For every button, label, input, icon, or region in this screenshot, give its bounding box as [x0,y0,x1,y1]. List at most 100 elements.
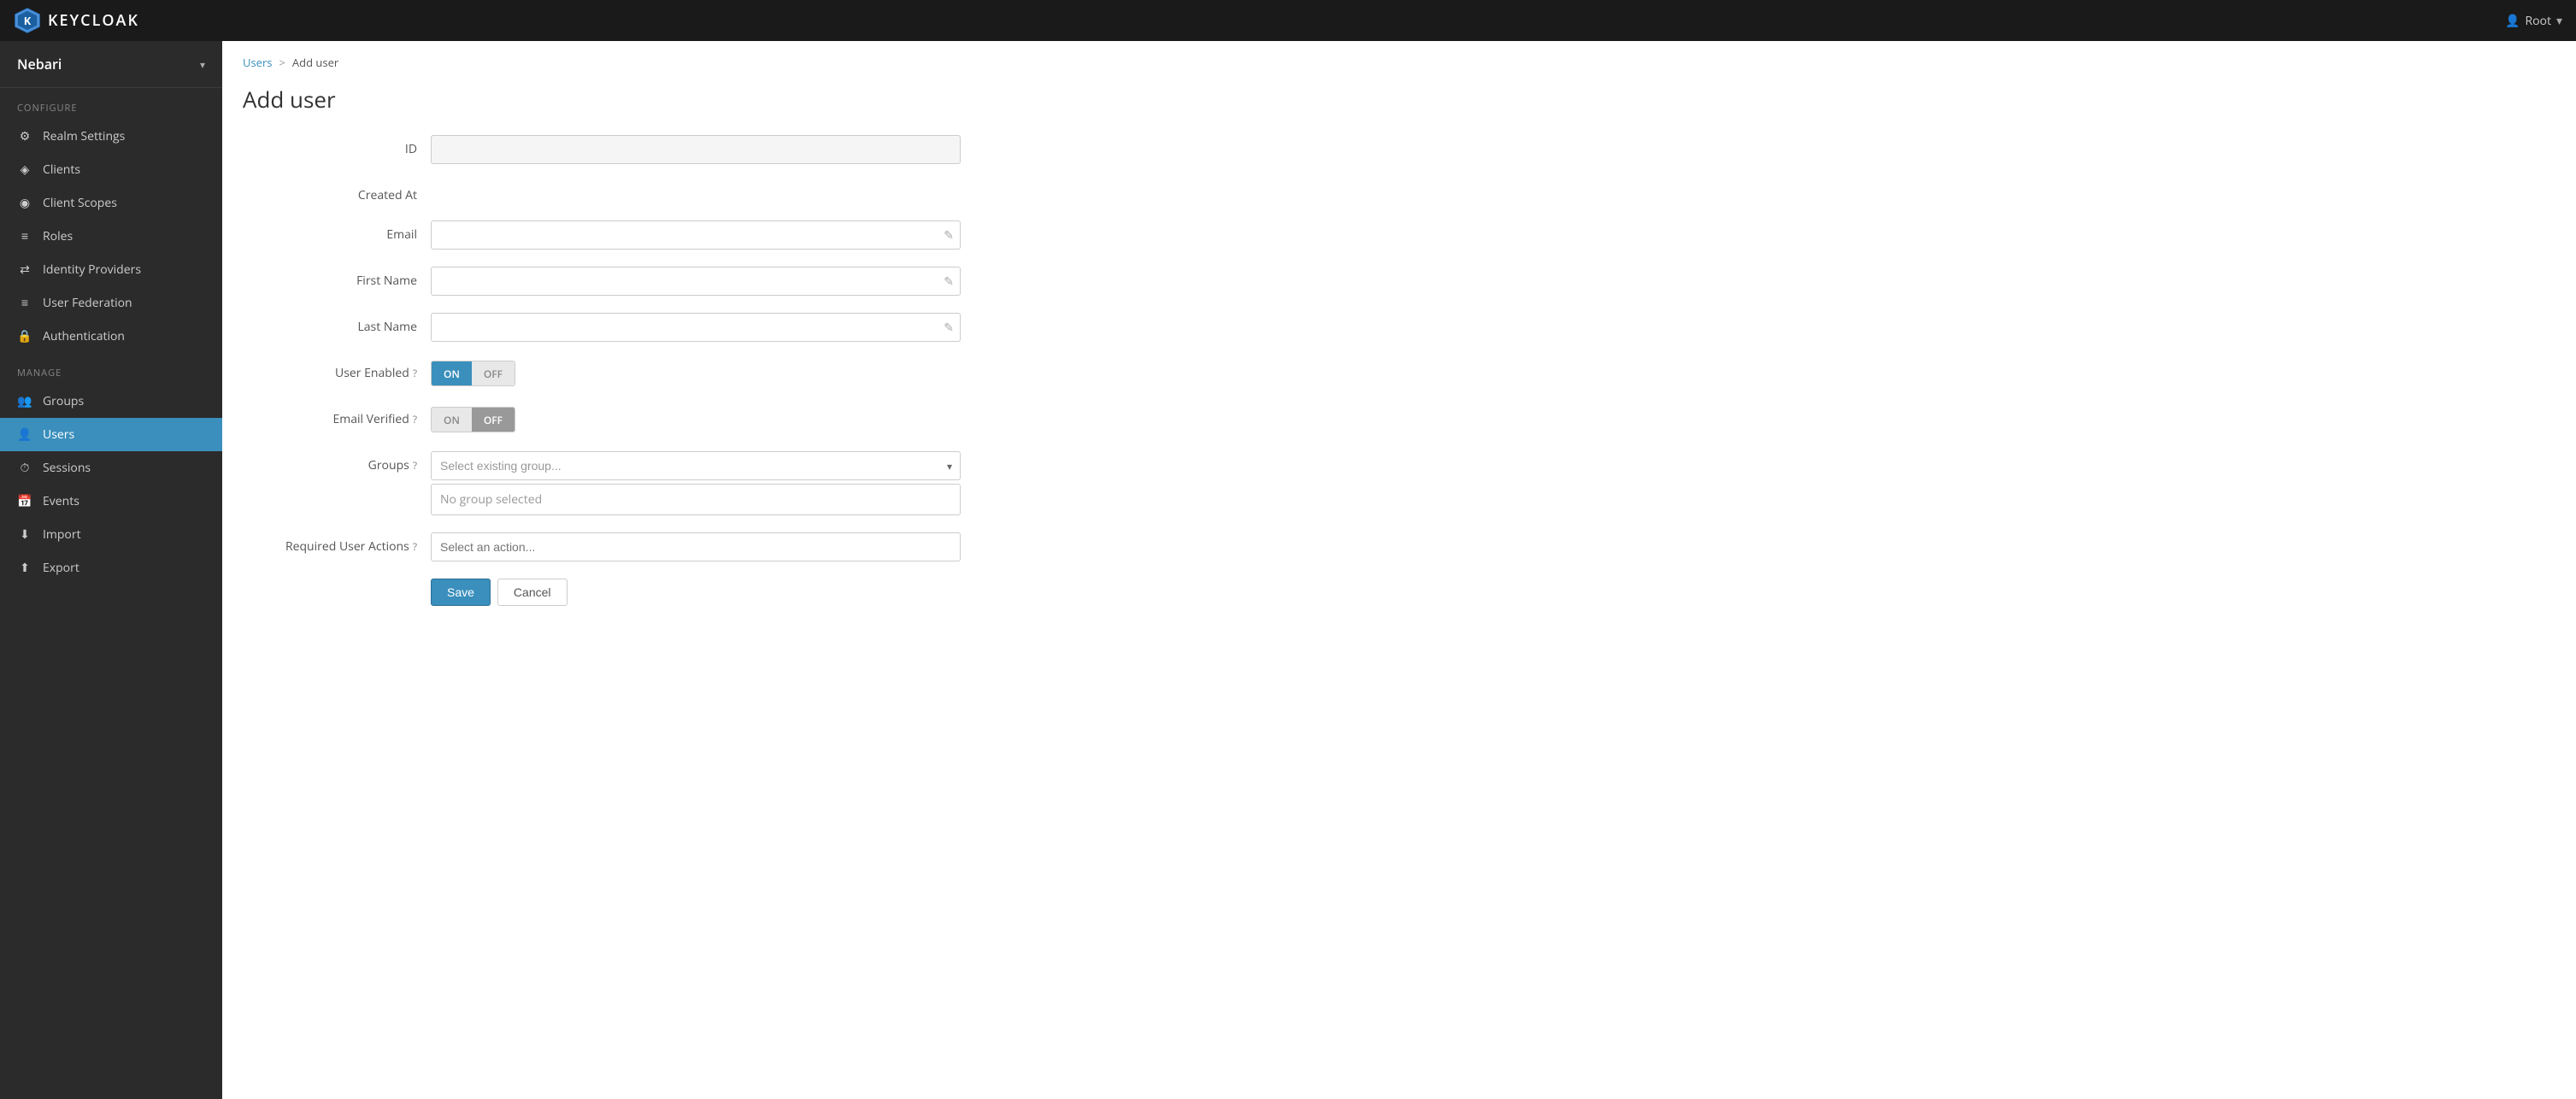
first-name-input[interactable] [431,267,961,296]
sidebar-item-sessions[interactable]: ⏱ Sessions [0,451,222,485]
sidebar-item-user-federation[interactable]: ≡ User Federation [0,286,222,320]
client-scopes-icon: ◉ [17,195,32,211]
groups-container: Select existing group... ▾ No group sele… [431,451,961,515]
email-verified-help-icon[interactable]: ? [413,412,417,426]
email-verified-field-group: Email Verified ? ON OFF [243,405,971,434]
email-field-group: Email ✎ [243,220,971,250]
realm-name: Nebari [17,55,62,73]
first-name-control: ✎ [431,267,961,296]
navbar-brand-text: KEYCLOAK [48,10,139,31]
last-name-input-wrapper: ✎ [431,313,961,342]
required-actions-label: Required User Actions ? [243,532,431,555]
sidebar-item-roles[interactable]: ≡ Roles [0,220,222,253]
last-name-control: ✎ [431,313,961,342]
user-enabled-off-part[interactable]: OFF [472,361,515,385]
cancel-button[interactable]: Cancel [497,579,568,606]
id-input[interactable] [431,135,961,164]
authentication-icon: 🔒 [17,328,32,344]
groups-field-group: Groups ? Select existing group... ▾ No g… [243,451,971,515]
sidebar-item-export[interactable]: ⬆ Export [0,551,222,585]
id-field-group: ID [243,135,971,164]
configure-section-label: Configure [0,88,222,120]
user-federation-icon: ≡ [17,295,32,311]
sidebar-item-groups[interactable]: 👥 Groups [0,385,222,418]
sidebar-item-label: Authentication [43,328,125,344]
sidebar-item-label: Export [43,560,79,576]
brand: K KEYCLOAK [14,7,139,34]
id-label: ID [243,135,431,157]
sidebar-item-events[interactable]: 📅 Events [0,485,222,518]
navbar: K KEYCLOAK 👤 Root ▾ [0,0,2576,41]
users-icon: 👤 [17,426,32,443]
first-name-input-wrapper: ✎ [431,267,961,296]
user-enabled-toggle-switch[interactable]: ON OFF [431,361,515,386]
user-menu[interactable]: 👤 Root ▾ [2505,13,2562,29]
breadcrumb-users-link[interactable]: Users [243,55,272,70]
last-name-field-group: Last Name ✎ [243,313,971,342]
required-actions-control [431,532,961,561]
events-icon: 📅 [17,493,32,509]
sidebar-item-users[interactable]: 👤 Users [0,418,222,451]
email-verified-off-part[interactable]: OFF [472,408,515,432]
user-enabled-on-part[interactable]: ON [432,361,472,385]
realm-settings-icon: ⚙ [17,128,32,144]
required-actions-help-icon[interactable]: ? [413,539,417,554]
realm-selector[interactable]: Nebari ▾ [0,41,222,88]
email-input[interactable] [431,220,961,250]
breadcrumb: Users > Add user [222,41,2576,77]
export-icon: ⬆ [17,560,32,576]
groups-icon: 👥 [17,393,32,409]
sidebar-item-label: Groups [43,393,84,409]
main-content: Users > Add user Add user ID Created At [222,41,2576,1099]
sidebar-item-label: Client Scopes [43,195,117,211]
sidebar-item-authentication[interactable]: 🔒 Authentication [0,320,222,353]
save-button[interactable]: Save [431,579,491,606]
sidebar-item-label: User Federation [43,295,132,311]
sessions-icon: ⏱ [17,460,32,476]
email-verified-toggle[interactable]: ON OFF [431,405,961,434]
sidebar: Nebari ▾ Configure ⚙ Realm Settings ◈ Cl… [0,41,222,1099]
user-enabled-help-icon[interactable]: ? [413,366,417,380]
breadcrumb-current: Add user [292,55,338,70]
groups-select-wrapper: Select existing group... ▾ [431,451,961,480]
first-name-edit-icon: ✎ [944,273,954,290]
user-enabled-field-group: User Enabled ? ON OFF [243,359,971,388]
user-enabled-control: ON OFF [431,359,961,388]
sidebar-item-identity-providers[interactable]: ⇄ Identity Providers [0,253,222,286]
sidebar-item-label: Clients [43,162,80,178]
sidebar-item-client-scopes[interactable]: ◉ Client Scopes [0,186,222,220]
add-user-form: ID Created At Email [222,135,991,640]
import-icon: ⬇ [17,526,32,543]
email-verified-label: Email Verified ? [243,405,431,427]
groups-select[interactable]: Select existing group... [431,451,961,480]
app-body: Nebari ▾ Configure ⚙ Realm Settings ◈ Cl… [0,41,2576,1099]
email-verified-on-part[interactable]: ON [432,408,472,432]
user-caret-icon: ▾ [2556,13,2562,29]
email-verified-control: ON OFF [431,405,961,434]
groups-label: Groups ? [243,451,431,473]
user-enabled-toggle[interactable]: ON OFF [431,359,961,388]
email-edit-icon: ✎ [944,227,954,244]
sidebar-item-label: Roles [43,228,73,244]
sidebar-item-label: Users [43,426,74,443]
required-actions-input[interactable] [431,532,961,561]
user-icon: 👤 [2505,13,2520,29]
sidebar-item-import[interactable]: ⬇ Import [0,518,222,551]
user-enabled-label: User Enabled ? [243,359,431,381]
email-verified-toggle-switch[interactable]: ON OFF [431,407,515,432]
svg-text:K: K [24,13,32,28]
first-name-label: First Name [243,267,431,289]
sidebar-item-label: Events [43,493,79,509]
manage-section-label: Manage [0,353,222,385]
sidebar-item-realm-settings[interactable]: ⚙ Realm Settings [0,120,222,153]
groups-control: Select existing group... ▾ No group sele… [431,451,961,515]
created-at-field-group: Created At [243,181,971,203]
roles-icon: ≡ [17,228,32,244]
email-input-wrapper: ✎ [431,220,961,250]
groups-selected-display: No group selected [431,484,961,515]
last-name-input[interactable] [431,313,961,342]
last-name-edit-icon: ✎ [944,320,954,336]
groups-help-icon[interactable]: ? [413,458,417,473]
page-title: Add user [222,77,2576,135]
sidebar-item-clients[interactable]: ◈ Clients [0,153,222,186]
